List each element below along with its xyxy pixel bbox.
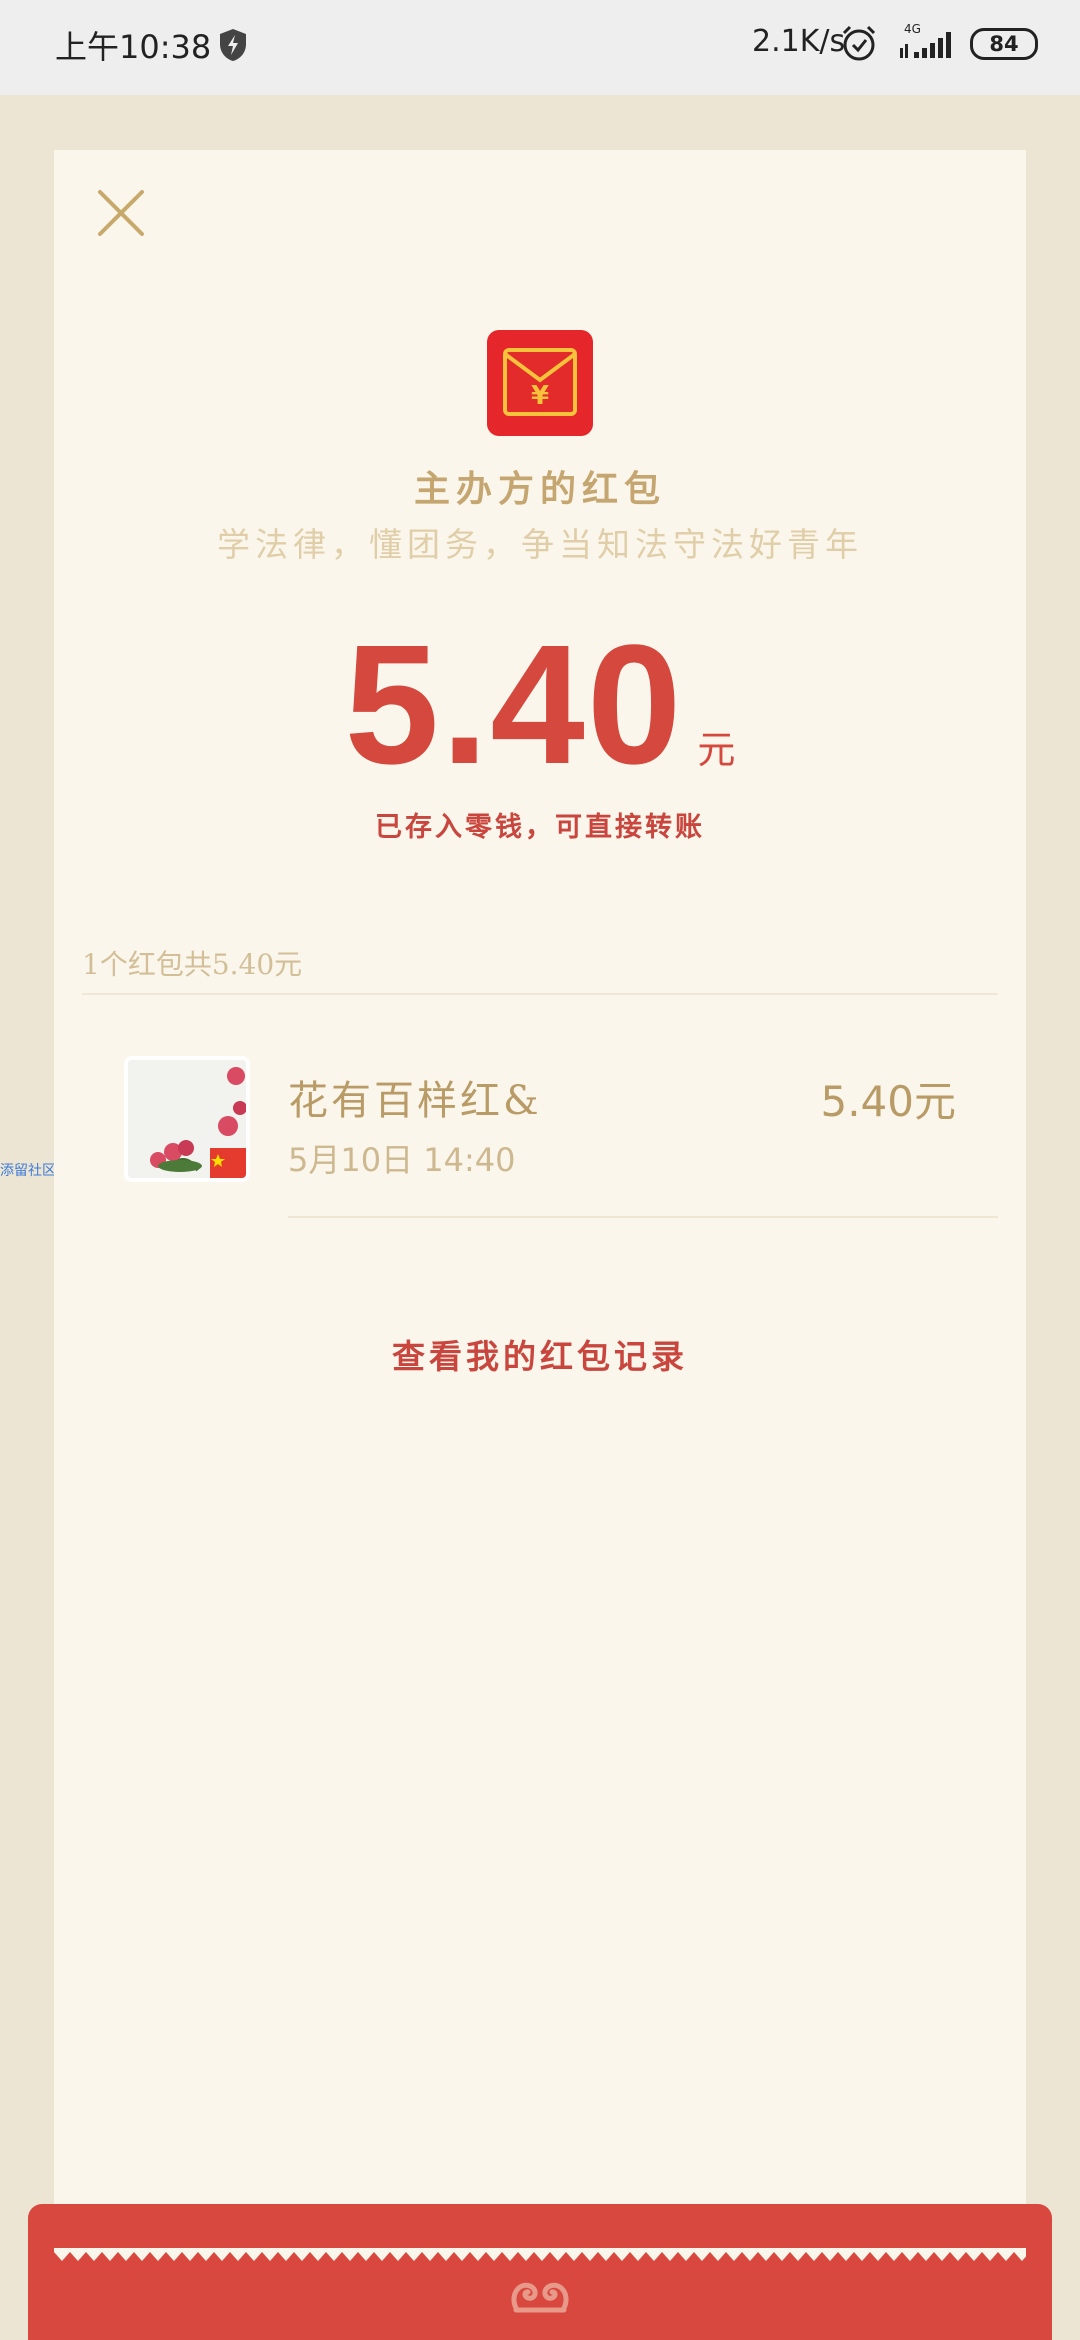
network-type: 4G bbox=[904, 22, 921, 36]
divider bbox=[288, 1216, 998, 1218]
status-bar: 上午10:38 2.1K/s 4G 84 bbox=[0, 0, 1080, 95]
view-history-link[interactable]: 查看我的红包记录 bbox=[54, 1330, 1026, 1378]
sender-title: 主办方的红包 bbox=[413, 468, 666, 510]
svg-text:¥: ¥ bbox=[531, 381, 549, 411]
red-packet-detail-card: ¥ 主办方的红包 学法律，懂团务，争当知法守法好青年 5.40 元 已存入零钱，可… bbox=[54, 150, 1026, 2260]
saved-to-wallet-note[interactable]: 已存入零钱，可直接转账 bbox=[54, 805, 1026, 844]
signal-icon: 4G bbox=[900, 22, 951, 58]
amount-unit: 元 bbox=[697, 728, 736, 772]
battery-indicator: 84 bbox=[970, 28, 1038, 60]
net-speed: 2.1K/s bbox=[752, 24, 846, 59]
divider bbox=[82, 993, 998, 995]
alarm-icon bbox=[842, 25, 876, 61]
packet-summary: 1个红包共5.40元 bbox=[82, 948, 303, 981]
record-amount: 5.40元 bbox=[820, 1077, 956, 1126]
status-time: 上午10:38 bbox=[55, 28, 212, 66]
close-icon[interactable] bbox=[94, 186, 148, 240]
swirl-icon bbox=[511, 2282, 569, 2313]
red-packet-icon: ¥ bbox=[487, 330, 593, 436]
record-name: 花有百样红& bbox=[288, 1078, 542, 1124]
envelope-bottom bbox=[28, 2204, 1052, 2340]
record-time: 5月10日 14:40 bbox=[288, 1141, 516, 1179]
avatar[interactable] bbox=[124, 1056, 250, 1182]
avatar-image bbox=[128, 1060, 246, 1178]
greeting-text: 学法律，懂团务，争当知法守法好青年 bbox=[217, 525, 863, 564]
zigzag-edge bbox=[54, 2248, 1026, 2261]
amount-value: 5.40 bbox=[344, 610, 684, 800]
shield-icon bbox=[220, 29, 246, 61]
side-tag[interactable]: 添留社区 bbox=[0, 1160, 56, 1180]
amount-display: 5.40 元 bbox=[54, 620, 1026, 790]
